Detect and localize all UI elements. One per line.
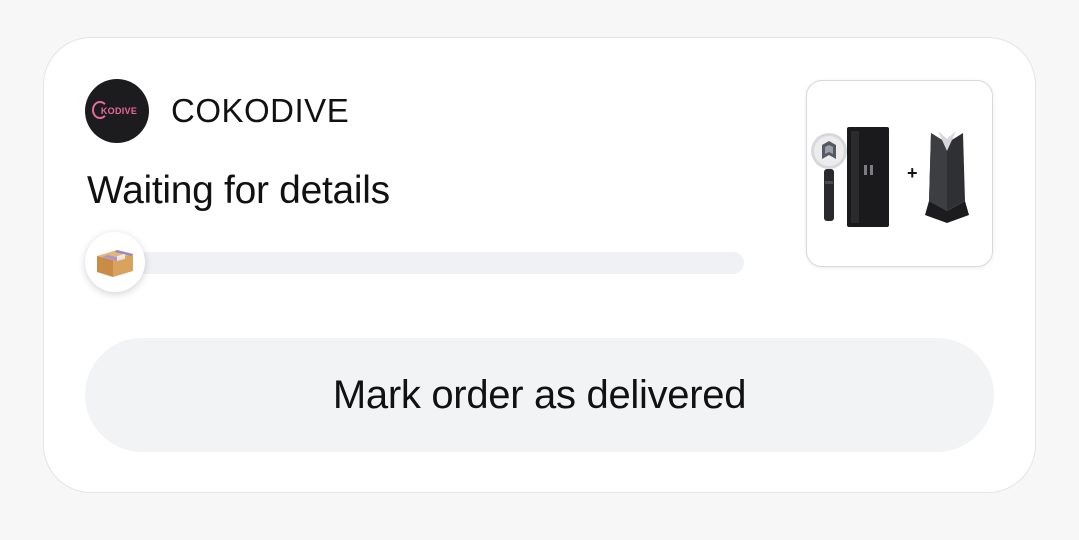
product-plus-sign: + <box>907 163 918 183</box>
lightstick-product-image: + <box>811 127 969 227</box>
seller-logo[interactable]: KODIVE <box>85 79 149 143</box>
package-box-icon <box>97 250 133 277</box>
mark-delivered-button[interactable]: Mark order as delivered <box>85 338 994 452</box>
seller-name[interactable]: COKODIVE <box>171 92 349 130</box>
seller-header[interactable]: KODIVE COKODIVE <box>85 79 349 143</box>
product-thumbnail[interactable]: + <box>806 80 993 267</box>
progress-indicator <box>85 232 145 292</box>
progress-track <box>104 252 744 274</box>
cokodive-logo-icon <box>92 101 108 119</box>
order-status-title: Waiting for details <box>87 169 390 212</box>
order-card: KODIVE COKODIVE Waiting for details + Ma… <box>43 37 1036 493</box>
